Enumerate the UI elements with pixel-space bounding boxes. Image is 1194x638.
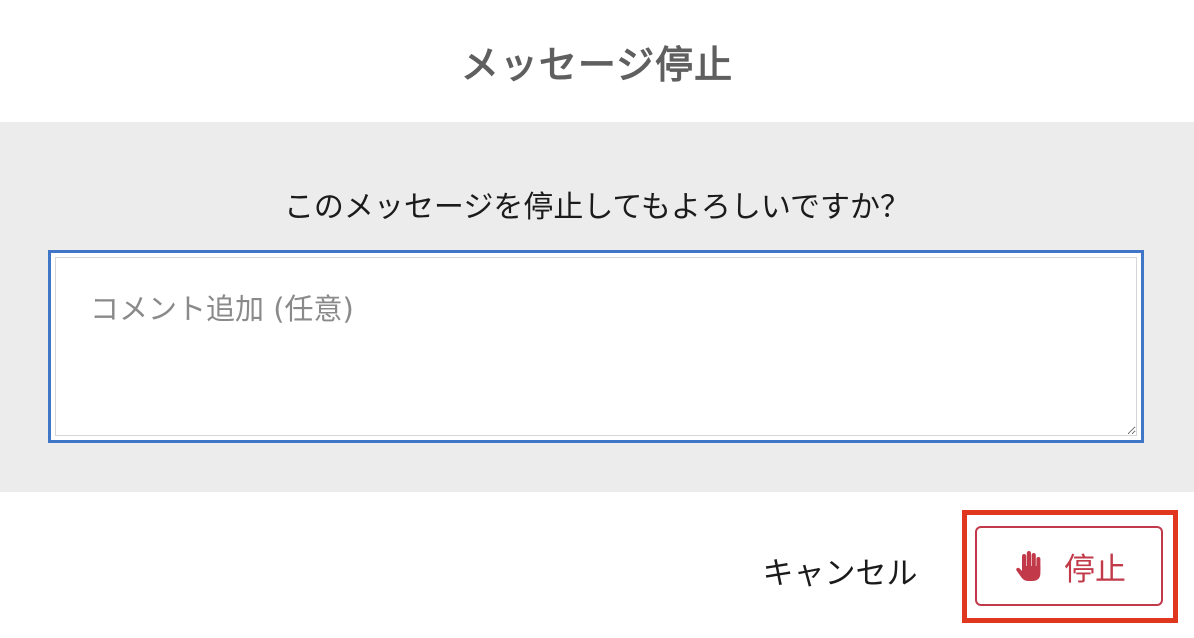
- confirmation-question: このメッセージを停止してもよろしいですか？: [283, 190, 911, 225]
- dialog-footer: キャンセル 停止: [0, 492, 1194, 638]
- stop-button[interactable]: 停止: [975, 526, 1163, 606]
- dialog-title: メッセージ停止: [460, 42, 734, 87]
- stop-button-label: 停止: [1064, 551, 1126, 588]
- dialog-header: メッセージ停止: [0, 0, 1194, 122]
- hand-stop-icon: [1012, 549, 1046, 583]
- cancel-button[interactable]: キャンセル: [740, 544, 940, 596]
- comment-input[interactable]: [55, 257, 1137, 436]
- comment-field-wrapper: [48, 250, 1144, 443]
- dialog-body: このメッセージを停止してもよろしいですか？: [0, 122, 1194, 492]
- stop-message-dialog: メッセージ停止 このメッセージを停止してもよろしいですか？ キャンセル: [0, 0, 1194, 638]
